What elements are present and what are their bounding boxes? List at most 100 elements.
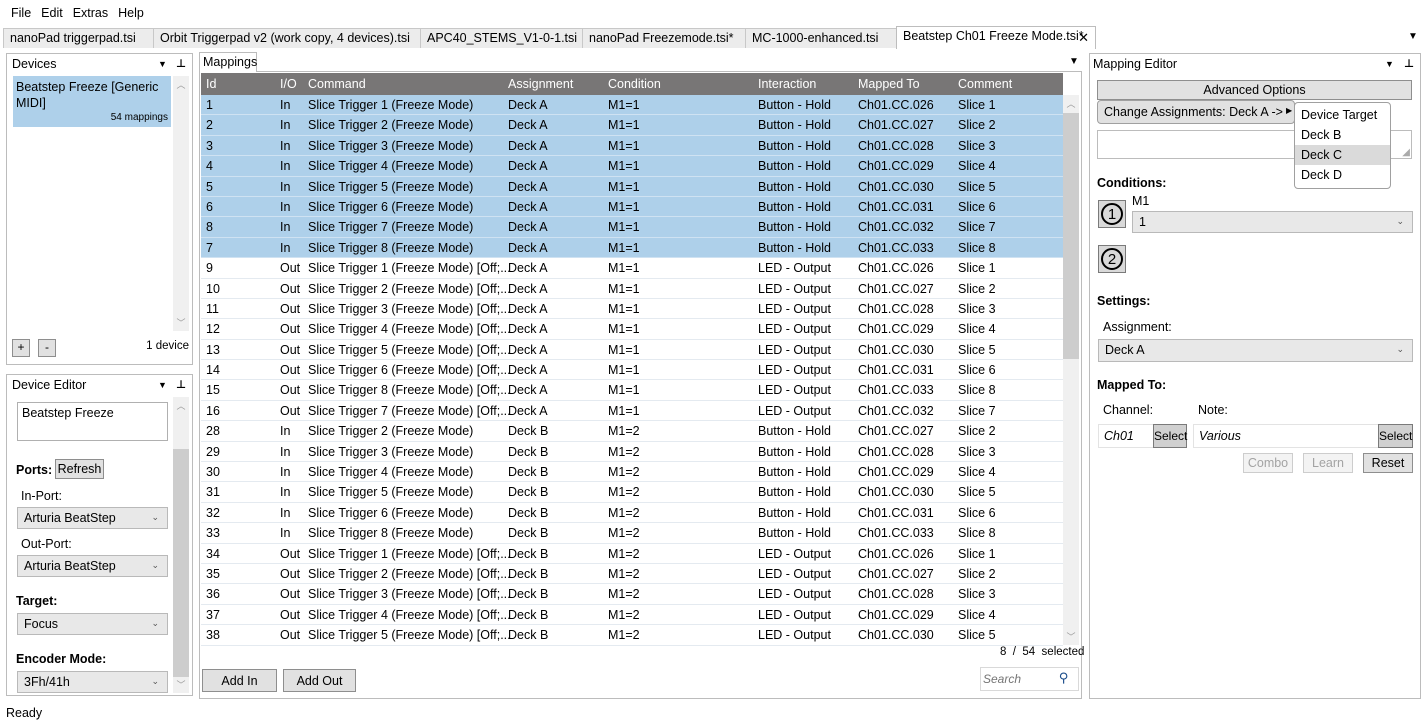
table-row[interactable]: 3 In Slice Trigger 3 (Freeze Mode) Deck A M1… [201,135,1063,157]
reset-button[interactable]: Reset [1363,453,1413,473]
table-row[interactable]: 6 In Slice Trigger 6 (Freeze Mode) Deck A M1… [201,196,1063,218]
dropdown-icon[interactable]: ▼ [1385,59,1394,69]
submenu-item-deck-b[interactable]: Deck B [1295,125,1390,145]
tab-overflow-icon[interactable]: ▼ [1408,32,1418,42]
submenu-item-deck-d[interactable]: Deck D [1295,165,1390,185]
mappings-overflow-icon[interactable]: ▼ [1069,57,1079,67]
out-port-select[interactable]: Arturia BeatStep ⌄ [17,555,168,577]
table-row[interactable]: 28 In Slice Trigger 2 (Freeze Mode) Deck B M… [201,421,1063,442]
file-tab[interactable]: nanoPad Freezemode.tsi* [582,28,746,48]
column-header-comment[interactable]: Comment [958,77,1012,91]
table-row[interactable]: 16 Out Slice Trigger 7 (Freeze Mode) [Off;… [201,401,1063,422]
file-tab[interactable]: MC-1000-enhanced.tsi [745,28,897,48]
target-select[interactable]: Focus ⌄ [17,613,168,635]
scroll-thumb[interactable] [1063,113,1079,359]
add-in-button[interactable]: Add In [202,669,277,692]
combo-button[interactable]: Combo [1243,453,1293,473]
column-header-id[interactable]: Id [206,77,216,91]
column-header-interaction[interactable]: Interaction [758,77,816,91]
table-row[interactable]: 7 In Slice Trigger 8 (Freeze Mode) Deck A M1… [201,237,1063,259]
table-row[interactable]: 31 In Slice Trigger 5 (Freeze Mode) Deck B M… [201,482,1063,503]
column-header-io[interactable]: I/O [280,77,297,91]
mappings-scrollbar[interactable]: ︿ ﹀ [1063,95,1079,645]
channel-select-button[interactable]: Select [1153,424,1187,448]
condition-m1-select[interactable]: 1 ⌄ [1132,211,1413,233]
note-select-button[interactable]: Select [1378,424,1413,448]
add-out-button[interactable]: Add Out [283,669,356,692]
condition-1-button[interactable]: 1 [1098,200,1126,228]
cell-comment: Slice 7 [958,220,996,235]
scroll-up-icon[interactable]: ︿ [173,399,189,412]
table-row[interactable]: 32 In Slice Trigger 6 (Freeze Mode) Deck B M… [201,503,1063,524]
cell-interaction: LED - Output [758,363,831,378]
device-list-item[interactable]: Beatstep Freeze [Generic MIDI] 54 mappin… [13,76,171,127]
column-header-command[interactable]: Command [308,77,366,91]
pin-icon[interactable]: ⊥ [176,57,186,70]
search-box[interactable]: ⚲ [980,667,1079,691]
submenu-item-device-target[interactable]: Device Target [1295,105,1390,125]
table-row[interactable]: 35 Out Slice Trigger 2 (Freeze Mode) [Off;… [201,564,1063,585]
advanced-options-button[interactable]: Advanced Options [1097,80,1412,100]
table-row[interactable]: 12 Out Slice Trigger 4 (Freeze Mode) [Off;… [201,319,1063,340]
file-tab[interactable]: APC40_STEMS_V1-0-1.tsi [420,28,583,48]
in-port-select[interactable]: Arturia BeatStep ⌄ [17,507,168,529]
learn-button[interactable]: Learn [1303,453,1353,473]
submenu-item-deck-c[interactable]: Deck C [1295,145,1390,165]
table-row[interactable]: 15 Out Slice Trigger 8 (Freeze Mode) [Off;… [201,380,1063,401]
table-row[interactable]: 4 In Slice Trigger 4 (Freeze Mode) Deck A M1… [201,156,1063,177]
table-row[interactable]: 13 Out Slice Trigger 5 (Freeze Mode) [Off;… [201,340,1063,361]
dropdown-icon[interactable]: ▼ [158,59,167,69]
remove-device-button[interactable]: - [38,339,56,357]
menu-edit[interactable]: Edit [41,6,63,20]
table-row[interactable]: 14 Out Slice Trigger 6 (Freeze Mode) [Off;… [201,360,1063,381]
table-row[interactable]: 36 Out Slice Trigger 3 (Freeze Mode) [Off;… [201,584,1063,605]
file-tab-active[interactable]: Beatstep Ch01 Freeze Mode.tsi* ✕ [896,26,1096,49]
scroll-down-icon[interactable]: ﹀ [173,678,189,691]
resize-grip-icon[interactable]: ◢ [1402,147,1410,158]
device-name-input[interactable]: Beatstep Freeze [17,402,168,441]
search-icon[interactable]: ⚲ [1059,670,1069,686]
table-row[interactable]: 8 In Slice Trigger 7 (Freeze Mode) Deck A M1… [201,217,1063,238]
column-header-condition[interactable]: Condition [608,77,661,91]
note-field[interactable]: Various [1193,424,1379,448]
encoder-mode-select[interactable]: 3Fh/41h ⌄ [17,671,168,693]
pin-icon[interactable]: ⊥ [176,378,186,391]
table-row[interactable]: 1 In Slice Trigger 1 (Freeze Mode) Deck A M1… [201,95,1063,116]
channel-field[interactable]: Ch01 [1098,424,1154,448]
dropdown-icon[interactable]: ▼ [158,380,167,390]
table-row[interactable]: 33 In Slice Trigger 8 (Freeze Mode) Deck B M… [201,523,1063,544]
search-input[interactable] [983,670,1055,688]
table-row[interactable]: 37 Out Slice Trigger 4 (Freeze Mode) [Off;… [201,605,1063,626]
pin-icon[interactable]: ⊥ [1404,57,1414,70]
device-editor-scrollbar[interactable]: ︿ ﹀ [173,397,189,693]
table-row[interactable]: 30 In Slice Trigger 4 (Freeze Mode) Deck B M… [201,462,1063,483]
table-row[interactable]: 11 Out Slice Trigger 3 (Freeze Mode) [Off;… [201,299,1063,320]
scroll-thumb[interactable] [173,449,189,677]
assignment-select[interactable]: Deck A ⌄ [1098,339,1413,362]
table-row[interactable]: 34 Out Slice Trigger 1 (Freeze Mode) [Off;… [201,544,1063,564]
table-row[interactable]: 2 In Slice Trigger 2 (Freeze Mode) Deck A M1… [201,115,1063,136]
table-row[interactable]: 38 Out Slice Trigger 5 (Freeze Mode) [Off;… [201,625,1063,646]
table-row[interactable]: 9 Out Slice Trigger 1 (Freeze Mode) [Off;.… [201,258,1063,279]
column-header-assignment[interactable]: Assignment [508,77,573,91]
scroll-up-icon[interactable]: ︿ [1063,97,1079,110]
scroll-up-icon[interactable]: ︿ [173,78,189,91]
refresh-ports-button[interactable]: Refresh [55,459,104,479]
file-tab[interactable]: nanoPad triggerpad.tsi [3,28,154,48]
table-row[interactable]: 29 In Slice Trigger 3 (Freeze Mode) Deck B M… [201,442,1063,463]
table-row[interactable]: 5 In Slice Trigger 5 (Freeze Mode) Deck A M1… [201,176,1063,197]
change-assignments-menu[interactable]: Change Assignments: Deck A -> ▶ [1097,100,1295,124]
devices-scrollbar[interactable]: ︿ ﹀ [173,76,189,331]
condition-2-button[interactable]: 2 [1098,245,1126,273]
add-device-button[interactable]: + [12,339,30,357]
column-header-mapped-to[interactable]: Mapped To [858,77,920,91]
scroll-down-icon[interactable]: ﹀ [1063,630,1079,643]
scroll-down-icon[interactable]: ﹀ [173,316,189,329]
menu-help[interactable]: Help [118,6,144,20]
menu-file[interactable]: File [11,6,31,20]
menu-extras[interactable]: Extras [73,6,108,20]
tab-mappings[interactable]: Mappings [199,52,257,72]
table-row[interactable]: 10 Out Slice Trigger 2 (Freeze Mode) [Off;… [201,279,1063,299]
file-tab[interactable]: Orbit Triggerpad v2 (work copy, 4 device… [153,28,421,48]
close-icon[interactable]: ✕ [1078,30,1089,46]
